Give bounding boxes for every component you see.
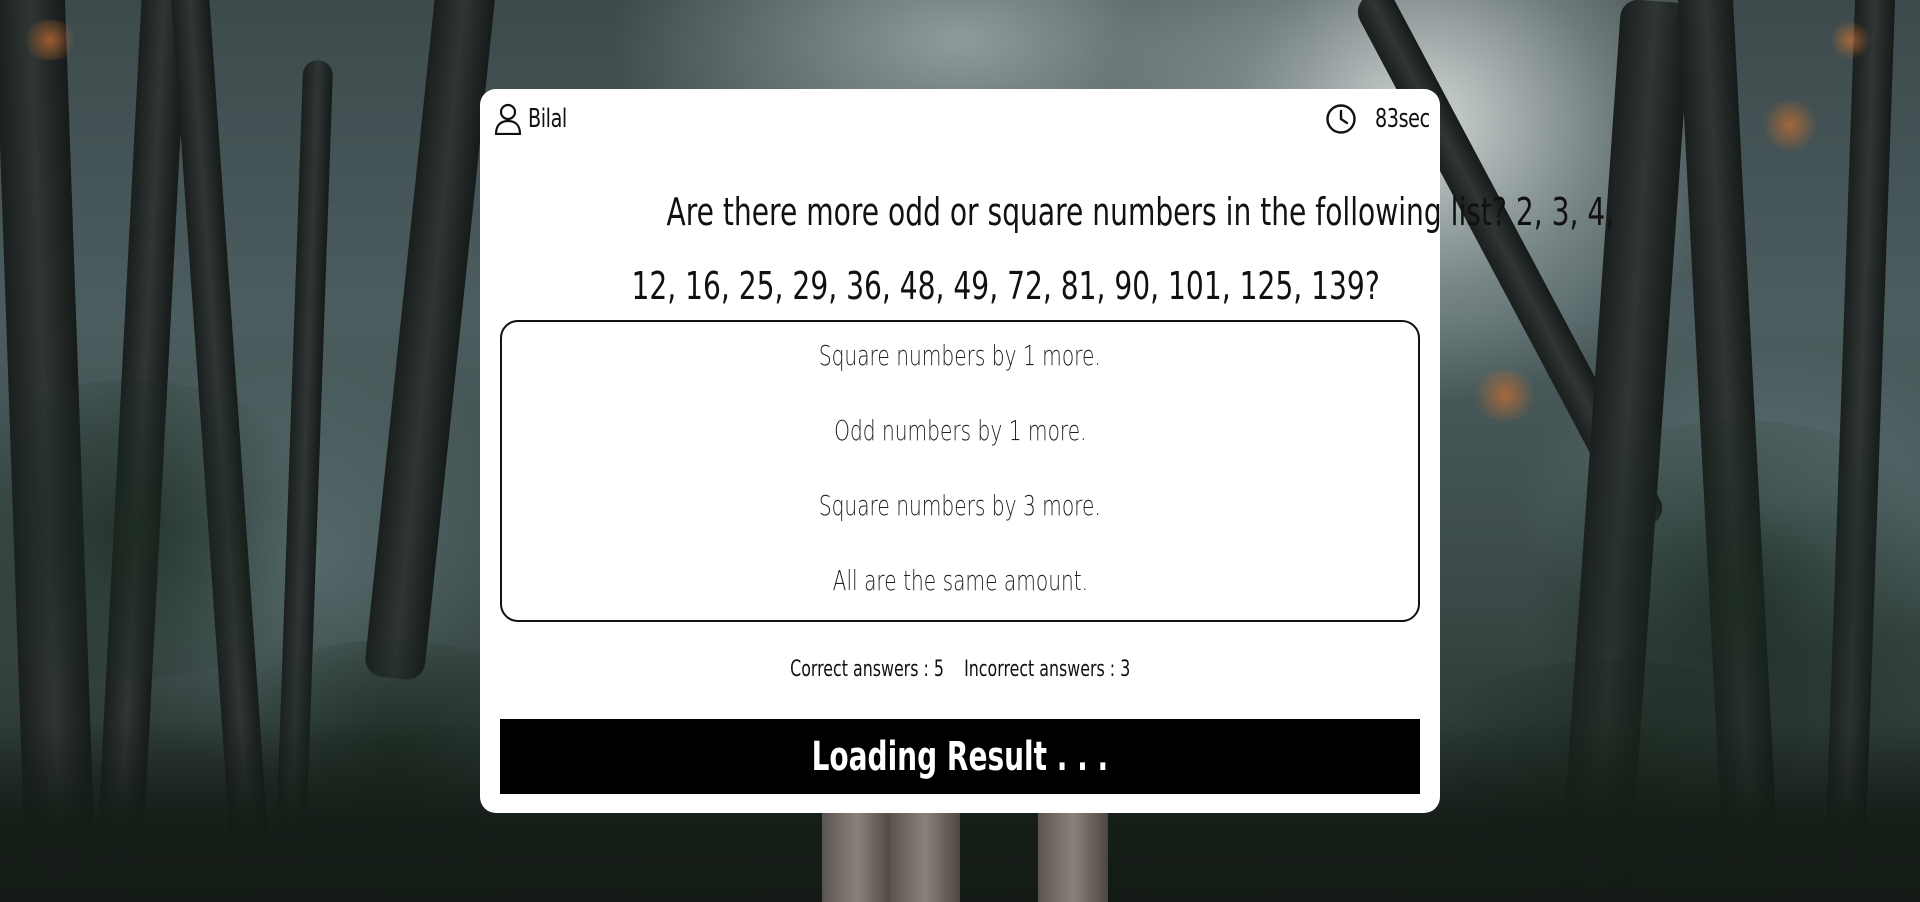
answer-options: Square numbers by 1 more. Odd numbers by… <box>500 320 1420 622</box>
question-line-2: 12, 16, 25, 29, 36, 48, 49, 72, 81, 90, … <box>631 264 1380 308</box>
timer-value: 83sec <box>1375 104 1430 134</box>
answer-option-label: Square numbers by 1 more. <box>819 338 1101 372</box>
answer-option-label: Odd numbers by 1 more. <box>833 413 1087 447</box>
answer-option-3[interactable]: Square numbers by 3 more. <box>502 475 1418 535</box>
quiz-card: Bilal 83sec Are there more odd or square… <box>480 89 1614 813</box>
correct-count: 5 <box>933 657 944 682</box>
user-info: Bilal <box>494 103 575 135</box>
user-name: Bilal <box>528 104 567 134</box>
answer-option-label: Square numbers by 3 more. <box>819 488 1101 522</box>
loading-result-label: Loading Result . . . <box>811 733 1109 780</box>
clock-icon <box>1325 103 1357 135</box>
answer-option-label: All are the same amount. <box>832 563 1088 597</box>
quiz-header: Bilal 83sec <box>494 99 1430 139</box>
correct-label: Correct answers : <box>789 657 929 682</box>
answer-option-4[interactable]: All are the same amount. <box>502 550 1418 610</box>
question-line-1: Are there more odd or square numbers in … <box>666 190 1615 234</box>
incorrect-count: 3 <box>1119 657 1131 682</box>
score-summary: Correct answers : 5 Incorrect answers : … <box>480 657 1440 682</box>
question-text: Are there more odd or square numbers in … <box>500 175 1614 323</box>
user-icon <box>494 103 522 135</box>
answer-option-1[interactable]: Square numbers by 1 more. <box>502 325 1418 385</box>
answer-option-2[interactable]: Odd numbers by 1 more. <box>502 400 1418 460</box>
loading-result-button[interactable]: Loading Result . . . <box>500 719 1420 794</box>
timer: 83sec <box>1325 103 1430 135</box>
incorrect-label: Incorrect answers : <box>963 657 1115 682</box>
